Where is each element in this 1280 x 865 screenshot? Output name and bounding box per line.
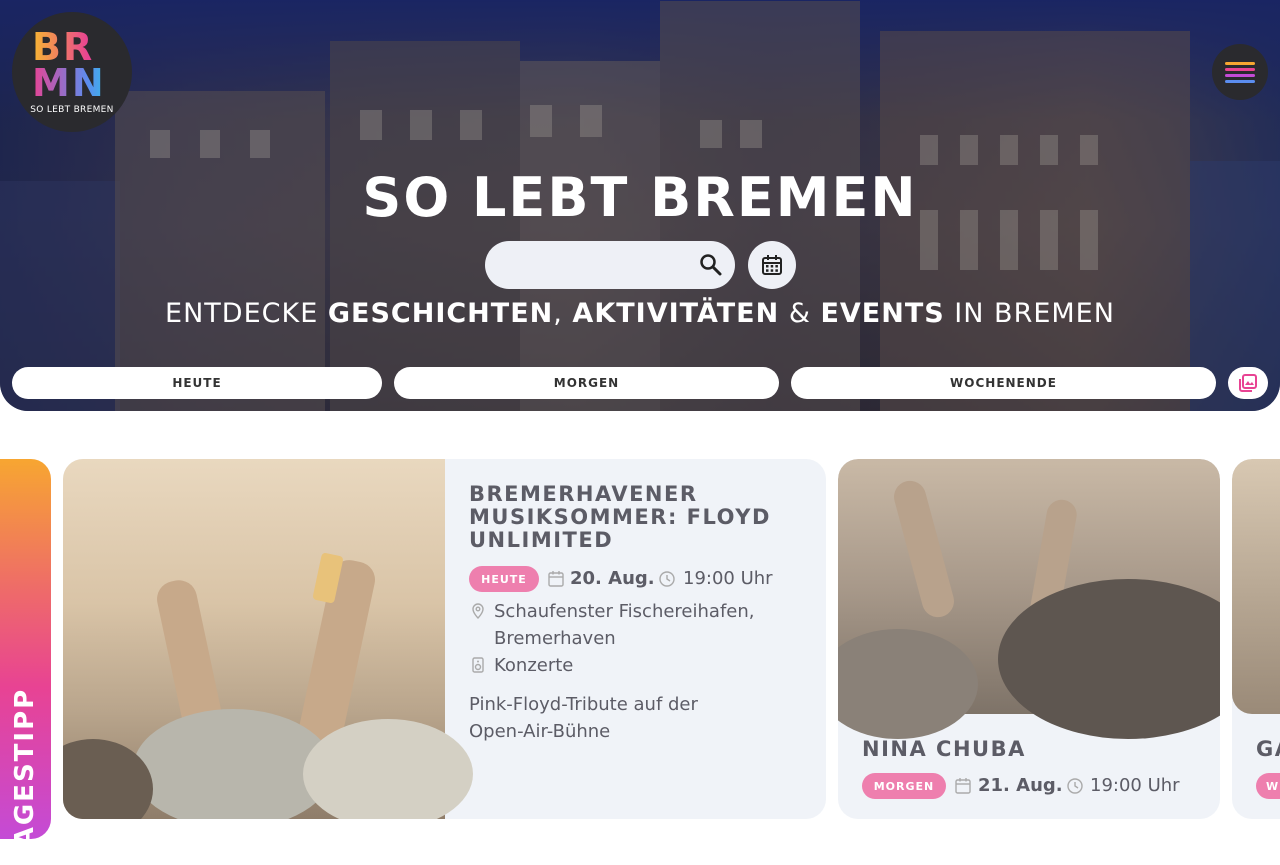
featured-event-location: Schaufenster Fischereihafen, — [494, 601, 755, 622]
logo-wordmark: BR MN — [32, 28, 112, 102]
event-date: 21. Aug. — [978, 775, 1063, 796]
featured-event-image — [63, 459, 473, 819]
search-icon[interactable] — [698, 252, 724, 278]
calendar-icon — [548, 571, 564, 587]
event-badge: MORGEN — [862, 773, 946, 799]
daily-tip-label: TAGESTIPP — [10, 687, 40, 865]
event-title-partial: GA — [1256, 737, 1280, 761]
event-card[interactable]: NINA CHUBA MORGEN 21. Aug. 19:00 Uhr — [838, 459, 1220, 819]
menu-icon — [1225, 61, 1255, 65]
featured-event-title: BREMERHAVENER MUSIKSOMMER: FLOYD UNLIMIT… — [469, 482, 771, 552]
site-logo[interactable]: BR MN SO LEBT BREMEN — [12, 12, 132, 132]
filter-today-button[interactable]: HEUTE — [12, 367, 382, 399]
clock-icon — [1067, 778, 1083, 794]
clock-icon — [659, 571, 675, 587]
featured-event-description-2: Open-Air-Bühne — [469, 721, 611, 742]
location-icon — [472, 603, 484, 619]
featured-event-category: Konzerte — [494, 655, 574, 676]
filter-weekend-button[interactable]: WOCHENENDE — [791, 367, 1216, 399]
featured-event-location-city: Bremerhaven — [494, 628, 616, 649]
logo-subtitle: SO LEBT BREMEN — [30, 105, 114, 115]
calendar-button[interactable] — [748, 241, 796, 289]
featured-event-description: Pink-Floyd-Tribute auf der — [469, 694, 698, 715]
event-image — [838, 459, 1220, 739]
featured-event-badge: HEUTE — [469, 566, 539, 592]
calendar-icon — [955, 778, 971, 794]
event-badge-partial: W — [1256, 773, 1280, 799]
featured-event-time: 19:00 Uhr — [683, 568, 773, 589]
hero-tagline: ENTDECKE GESCHICHTEN, AKTIVITÄTEN & EVEN… — [165, 298, 1115, 329]
event-time: 19:00 Uhr — [1090, 775, 1180, 796]
featured-event-date: 20. Aug. — [570, 568, 655, 589]
gallery-icon — [1239, 374, 1257, 392]
filter-tomorrow-button[interactable]: MORGEN — [394, 367, 779, 399]
event-image-partial — [1232, 459, 1280, 714]
gallery-button[interactable] — [1228, 367, 1268, 399]
featured-event-card[interactable]: BREMERHAVENER MUSIKSOMMER: FLOYD UNLIMIT… — [63, 459, 826, 819]
event-title: NINA CHUBA — [862, 737, 1026, 761]
hero-title: SO LEBT BREMEN — [362, 166, 918, 229]
event-card-partial[interactable]: GA W — [1232, 459, 1280, 819]
speaker-icon — [472, 657, 484, 673]
menu-button[interactable] — [1212, 44, 1268, 100]
calendar-icon — [762, 255, 782, 275]
